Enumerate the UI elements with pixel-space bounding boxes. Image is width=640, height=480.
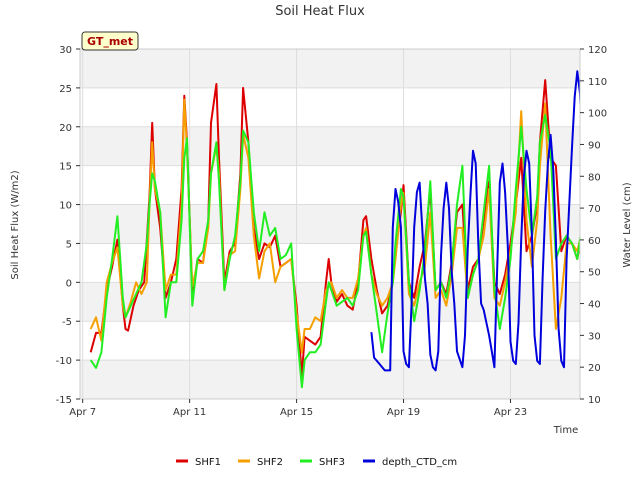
station-badge: GT_met — [81, 31, 139, 51]
y2-tick-label: 60 — [588, 236, 601, 247]
y2-tick-label: 100 — [588, 109, 607, 120]
legend-label-shf1: SHF1 — [195, 457, 221, 468]
station-badge-label: GT_met — [87, 35, 133, 48]
y2-tick-label: 110 — [588, 77, 607, 88]
background-band — [80, 204, 580, 244]
y-tick-label: 15 — [59, 162, 72, 173]
legend-label-shf2: SHF2 — [257, 457, 283, 468]
x-tick-label: Apr 7 — [69, 407, 96, 418]
y-tick-label: 25 — [59, 84, 72, 95]
y2-tick-label: 90 — [588, 140, 601, 151]
y-tick-label: 20 — [59, 123, 72, 134]
y-tick-label: -10 — [56, 356, 72, 367]
y2-tick-label: 70 — [588, 204, 601, 215]
y-tick-label: 10 — [59, 201, 72, 212]
y-tick-label: -15 — [56, 395, 72, 406]
y2-tick-label: 40 — [588, 300, 601, 311]
y-tick-label: -5 — [62, 317, 72, 328]
legend-label-depth-ctd-cm: depth_CTD_cm — [382, 457, 457, 468]
y2-axis-label: Water Level (cm) — [622, 182, 633, 267]
background-band — [80, 49, 580, 88]
background-band — [80, 360, 580, 399]
x-tick-label: Apr 11 — [173, 407, 206, 418]
y-axis-label: Soil Heat Flux (W/m2) — [10, 170, 21, 279]
y2-tick-label: 10 — [588, 395, 601, 406]
legend-label-shf3: SHF3 — [319, 457, 345, 468]
x-axis-label: Time — [553, 425, 578, 436]
y2-tick-label: 120 — [588, 45, 607, 56]
y-tick-label: 30 — [59, 45, 72, 56]
chart-title: Soil Heat Flux — [275, 4, 365, 19]
x-tick-label: Apr 23 — [494, 407, 527, 418]
y2-tick-label: 30 — [588, 331, 601, 342]
legend: SHF1 SHF2 SHF3 depth_CTD_cm — [176, 457, 457, 468]
plot-background-bands — [80, 49, 580, 399]
x-tick-label: Apr 15 — [280, 407, 313, 418]
x-tick-label: Apr 19 — [387, 407, 420, 418]
y-tick-label: 0 — [66, 278, 72, 289]
soil-heat-flux-chart: -15 -10 -5 0 5 10 15 20 25 30 10 20 30 40 50 60 70 80 90 10… — [10, 4, 633, 468]
y2-tick-label: 80 — [588, 172, 601, 183]
y2-tick-label: 20 — [588, 363, 601, 374]
y2-tick-label: 50 — [588, 268, 601, 279]
y-tick-label: 5 — [66, 239, 72, 250]
background-band — [80, 126, 580, 166]
